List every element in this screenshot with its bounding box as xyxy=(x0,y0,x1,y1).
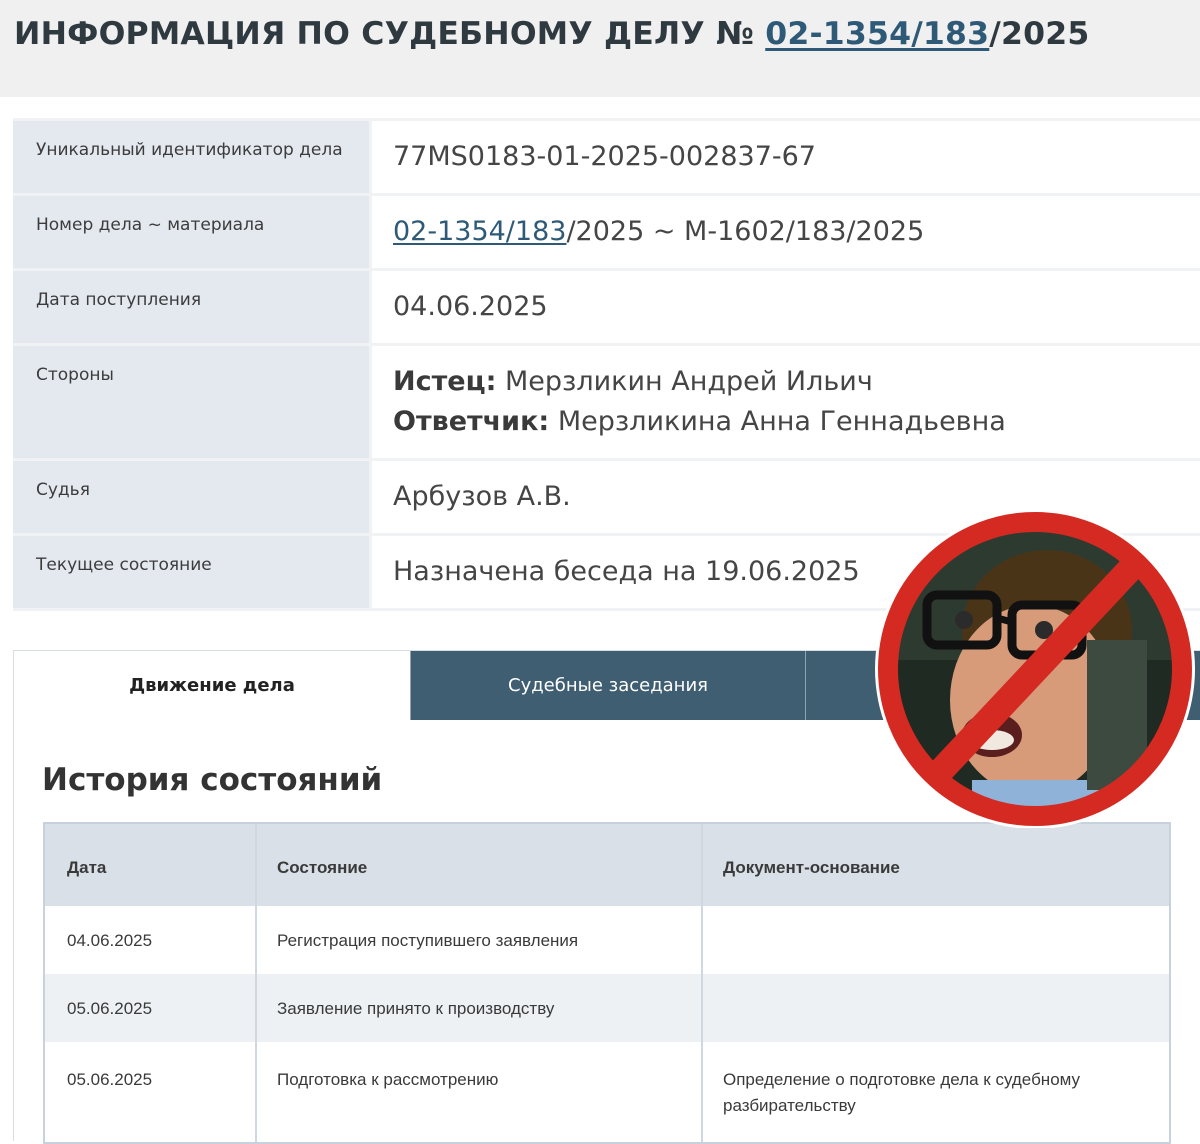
prohibition-sign-icon xyxy=(875,510,1195,828)
table-row: 04.06.2025 Регистрация поступившего заяв… xyxy=(45,906,1169,974)
row-document xyxy=(703,974,1169,1042)
page-title: ИНФОРМАЦИЯ ПО СУДЕБНОМУ ДЕЛУ № 02-1354/1… xyxy=(14,12,1089,56)
uid-label: Уникальный идентификатор дела xyxy=(13,121,372,193)
number-link[interactable]: 02-1354/183 xyxy=(393,216,566,247)
history-title: История состояний xyxy=(42,762,383,798)
table-header-row: Дата Состояние Документ-основание xyxy=(45,824,1169,906)
history-table: Дата Состояние Документ-основание 04.06.… xyxy=(43,822,1171,1144)
plaintiff-line: Истец: Мерзликин Андрей Ильич xyxy=(393,362,1200,402)
info-row-number: Номер дела ~ материала 02-1354/183/2025 … xyxy=(13,196,1200,271)
parties-label: Стороны xyxy=(13,346,372,458)
row-date: 04.06.2025 xyxy=(45,906,257,974)
number-rest: /2025 ~ М-1602/183/2025 xyxy=(566,216,925,247)
plaintiff-label: Истец: xyxy=(393,366,497,397)
defendant-label: Ответчик: xyxy=(393,406,550,437)
info-row-uid: Уникальный идентификатор дела 77MS0183-0… xyxy=(13,118,1200,196)
row-state: Подготовка к рассмотрению xyxy=(257,1042,703,1142)
tab-court-sessions[interactable]: Судебные заседания xyxy=(410,651,805,720)
tab-case-movement[interactable]: Движение дела xyxy=(14,651,410,720)
page-header: ИНФОРМАЦИЯ ПО СУДЕБНОМУ ДЕЛУ № 02-1354/1… xyxy=(0,0,1200,97)
defendant-line: Ответчик: Мерзликина Анна Геннадьевна xyxy=(393,402,1200,442)
uid-value: 77MS0183-01-2025-002837-67 xyxy=(372,121,1200,193)
info-row-date: Дата поступления 04.06.2025 xyxy=(13,271,1200,346)
defendant-name: Мерзликина Анна Геннадьевна xyxy=(549,406,1006,437)
row-document xyxy=(703,906,1169,974)
table-row: 05.06.2025 Заявление принято к производс… xyxy=(45,974,1169,1042)
row-date: 05.06.2025 xyxy=(45,974,257,1042)
date-value: 04.06.2025 xyxy=(372,271,1200,343)
parties-value: Истец: Мерзликин Андрей Ильич Ответчик: … xyxy=(372,346,1200,458)
number-label: Номер дела ~ материала xyxy=(13,196,372,268)
date-label: Дата поступления xyxy=(13,271,372,343)
row-state: Регистрация поступившего заявления xyxy=(257,906,703,974)
header-state: Состояние xyxy=(257,824,703,906)
case-number-link[interactable]: 02-1354/183 xyxy=(765,16,989,52)
title-suffix: /2025 xyxy=(989,16,1090,52)
row-state: Заявление принято к производству xyxy=(257,974,703,1042)
number-value: 02-1354/183/2025 ~ М-1602/183/2025 xyxy=(372,196,1200,268)
row-document: Определение о подготовке дела к судебном… xyxy=(723,1070,1081,1115)
row-date: 05.06.2025 xyxy=(45,1042,257,1142)
plaintiff-name: Мерзликин Андрей Ильич xyxy=(496,366,873,397)
status-label: Текущее состояние xyxy=(13,536,372,608)
info-row-parties: Стороны Истец: Мерзликин Андрей Ильич От… xyxy=(13,346,1200,461)
title-prefix: ИНФОРМАЦИЯ ПО СУДЕБНОМУ ДЕЛУ № xyxy=(14,16,766,52)
table-row: 05.06.2025 Подготовка к рассмотрению Опр… xyxy=(45,1042,1169,1142)
judge-label: Судья xyxy=(13,461,372,533)
header-document: Документ-основание xyxy=(723,858,900,877)
header-date: Дата xyxy=(45,824,257,906)
